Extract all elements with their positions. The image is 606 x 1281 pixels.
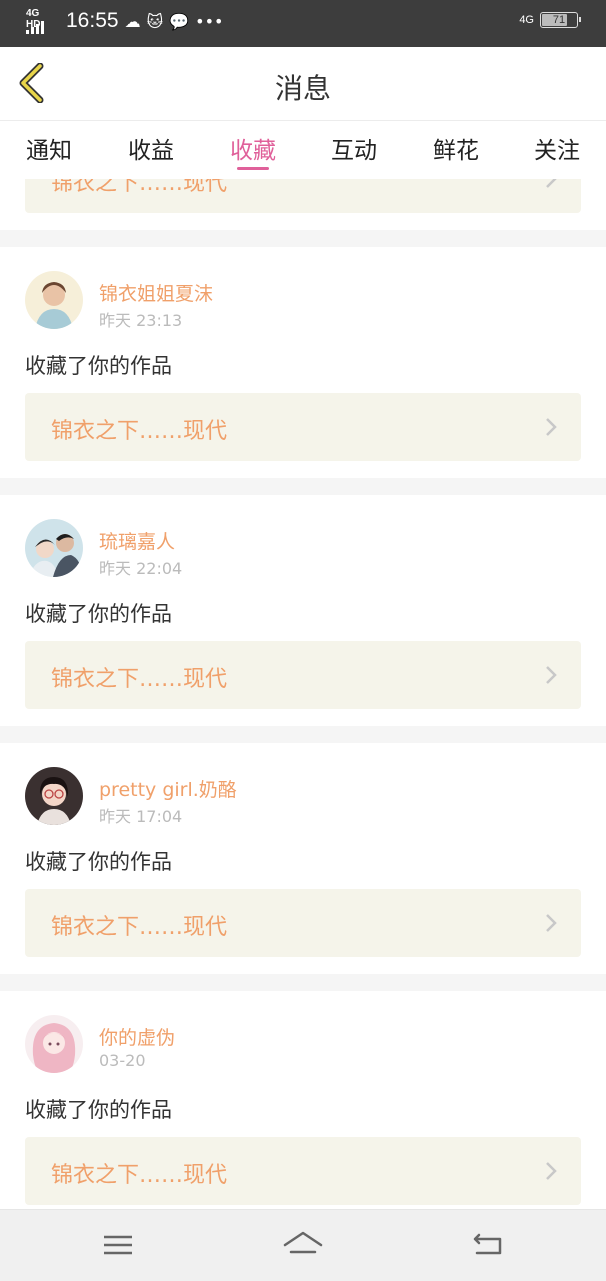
list-item: 琉璃嘉人 昨天 22:04 收藏了你的作品 锦衣之下……现代: [0, 495, 606, 726]
work-link[interactable]: 锦衣之下……现代: [25, 393, 581, 461]
username[interactable]: pretty girl.奶酪: [99, 775, 237, 802]
more-dots-icon: •••: [195, 11, 224, 31]
action-text: 收藏了你的作品: [25, 1098, 172, 1122]
tab-active-indicator: [237, 167, 269, 170]
avatar[interactable]: [25, 767, 83, 825]
work-link[interactable]: 锦衣之下……现代: [25, 641, 581, 709]
timestamp: 昨天 17:04: [99, 807, 183, 826]
chevron-right-icon: [546, 1162, 557, 1180]
chevron-right-icon: [546, 666, 557, 684]
signal-icon: 4G HD: [26, 8, 56, 34]
work-title: 锦衣之下……现代: [51, 179, 228, 196]
work-title: 锦衣之下……现代: [51, 667, 228, 692]
list-item-partial: 锦衣之下……现代: [0, 179, 606, 230]
menu-icon[interactable]: [98, 1228, 138, 1262]
cloud-icon: ☁: [124, 11, 141, 31]
page-title: 消息: [274, 72, 331, 105]
tab-bar: 通知 收益 收藏 互动 鲜花 关注: [0, 121, 606, 179]
action-text: 收藏了你的作品: [25, 602, 172, 626]
wechat-icon: 💬: [169, 11, 190, 31]
battery-level: 71: [552, 14, 566, 26]
username[interactable]: 你的虚伪: [99, 1023, 175, 1050]
back-icon[interactable]: [467, 1228, 507, 1262]
avatar[interactable]: [25, 271, 83, 329]
username[interactable]: 锦衣姐姐夏沫: [99, 279, 213, 306]
tab-favorites[interactable]: 收藏: [213, 131, 293, 165]
nav-bar: 消息: [0, 47, 606, 121]
tab-flowers[interactable]: 鲜花: [416, 131, 496, 165]
work-link-partial[interactable]: 锦衣之下……现代: [25, 179, 581, 213]
timestamp: 03-20: [99, 1051, 146, 1070]
chevron-right-icon: [546, 179, 557, 188]
battery-icon: 71: [540, 12, 581, 28]
username[interactable]: 琉璃嘉人: [99, 527, 175, 554]
timestamp: 昨天 22:04: [99, 559, 183, 578]
avatar[interactable]: [25, 1015, 83, 1073]
clock: 16:55: [66, 9, 119, 32]
avatar[interactable]: [25, 519, 83, 577]
list-item: 你的虚伪 03-20 收藏了你的作品 锦衣之下……现代: [0, 991, 606, 1209]
work-link[interactable]: 锦衣之下……现代: [25, 1137, 581, 1205]
tab-following[interactable]: 关注: [517, 131, 597, 165]
list-item: pretty girl.奶酪 昨天 17:04 收藏了你的作品 锦衣之下……现代: [0, 743, 606, 974]
status-bar: 4G HD 16:55 ☁ 🐱 💬 ••• 4G 71: [0, 0, 606, 47]
work-title: 锦衣之下……现代: [51, 1163, 228, 1188]
list-item: 锦衣姐姐夏沫 昨天 23:13 收藏了你的作品 锦衣之下……现代: [0, 247, 606, 478]
tab-notice[interactable]: 通知: [9, 131, 89, 165]
network-4g-label: 4G: [519, 13, 534, 26]
action-text: 收藏了你的作品: [25, 850, 172, 874]
chevron-right-icon: [546, 418, 557, 436]
work-link[interactable]: 锦衣之下……现代: [25, 889, 581, 957]
message-list: 锦衣之下……现代 锦衣姐姐夏沫 昨天 23:13 收藏了你的作品 锦衣之下……现…: [0, 179, 606, 1209]
timestamp: 昨天 23:13: [99, 311, 183, 330]
tab-interaction[interactable]: 互动: [314, 131, 394, 165]
work-title: 锦衣之下……现代: [51, 915, 228, 940]
system-nav-bar: [0, 1209, 606, 1281]
home-icon[interactable]: [283, 1228, 323, 1262]
chevron-right-icon: [546, 914, 557, 932]
tab-earnings[interactable]: 收益: [111, 131, 191, 165]
work-title: 锦衣之下……现代: [51, 419, 228, 444]
cat-icon: 🐱: [146, 11, 164, 31]
action-text: 收藏了你的作品: [25, 354, 172, 378]
